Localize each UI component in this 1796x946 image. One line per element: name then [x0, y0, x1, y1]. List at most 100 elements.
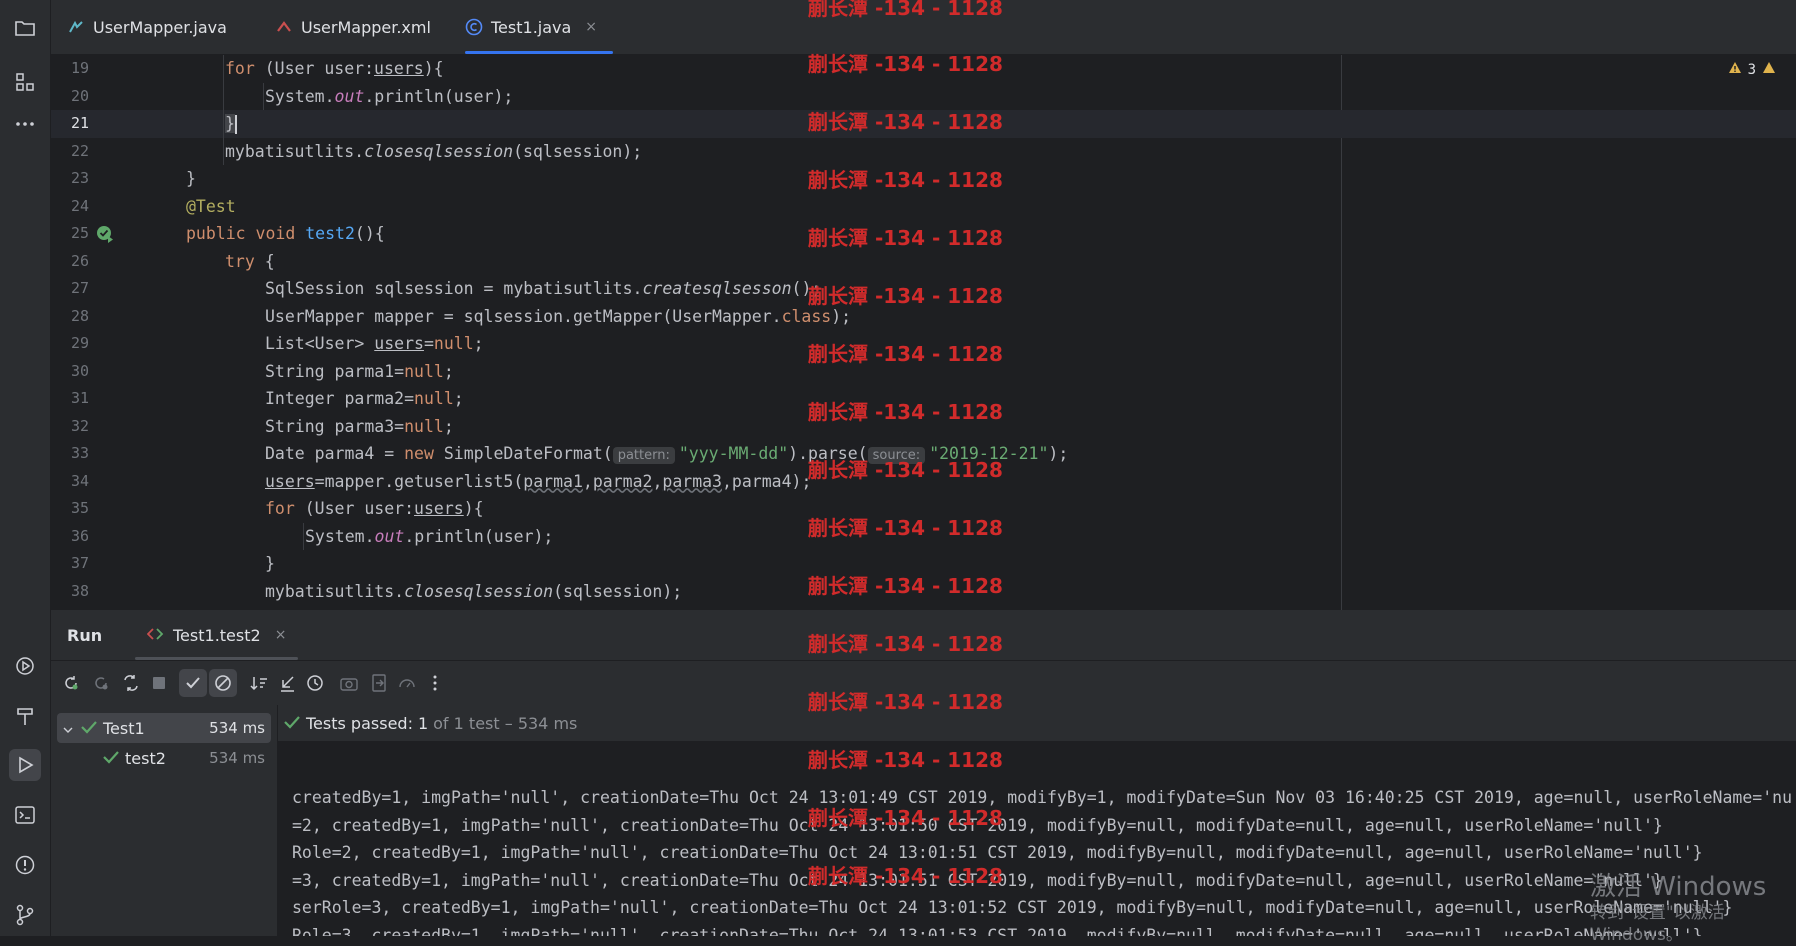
java-class-icon — [465, 18, 483, 36]
run-icon[interactable] — [9, 749, 41, 781]
code-line[interactable]: 22 mybatisutlits.closesqlsession(sqlsess… — [51, 137, 1796, 165]
code-token: users — [265, 471, 315, 491]
activation-subtitle: 转到"设置"以激活 Windows。 — [1590, 903, 1725, 945]
show-passed-icon[interactable] — [179, 669, 207, 697]
code-token: @Test — [186, 196, 236, 216]
collapse-all-icon[interactable] — [273, 669, 301, 697]
code-token: SqlSession sqlsession = mybatisutlits. — [265, 279, 643, 298]
activity-bar — [0, 0, 51, 936]
code-token: (User user: — [254, 59, 375, 78]
line-number: 24 — [70, 196, 89, 215]
tree-item-time: 534 ms — [209, 719, 265, 737]
console-output[interactable]: createdBy=1, imgPath='null', creationDat… — [278, 742, 1796, 936]
rerun-icon[interactable] — [57, 669, 85, 697]
rerun-failed-icon[interactable] — [87, 669, 115, 697]
code-token: ){ — [463, 499, 484, 518]
tab-label: UserMapper.java — [93, 17, 227, 37]
code-token: .println(user); — [404, 526, 554, 546]
test-status-bar: Tests passed: 1 of 1 test – 534 ms — [278, 705, 1796, 741]
tab-test1-java[interactable]: Test1.java × — [465, 0, 614, 54]
check-icon — [284, 714, 300, 733]
code-token: =mapper.getuserlist5( — [314, 471, 524, 491]
stop-icon[interactable] — [145, 669, 173, 697]
code-token: String parma1= — [265, 361, 405, 381]
code-token: closesqlsession — [404, 581, 554, 601]
code-token: System. — [265, 86, 335, 106]
status-summary: of 1 test – 534 ms — [433, 713, 578, 733]
code-token: .println(user); — [364, 86, 514, 106]
parameter-hint: pattern: — [612, 447, 675, 464]
toggle-auto-test-icon[interactable] — [117, 669, 145, 697]
code-token: ); — [831, 306, 852, 326]
more-options-icon[interactable] — [421, 669, 449, 697]
line-number: 35 — [70, 499, 89, 517]
git-branch-icon[interactable] — [9, 899, 41, 931]
code-token: (sqlsession); — [513, 141, 643, 161]
line-number: 21 — [70, 114, 89, 132]
code-token: String parma3= — [265, 416, 405, 436]
code-line[interactable]: 24 @Test — [51, 193, 1796, 221]
console-line: createdBy=1, imgPath='null', creationDat… — [292, 788, 1793, 807]
services-icon[interactable] — [9, 650, 41, 682]
code-token: (User user: — [294, 499, 415, 518]
screenshot-icon[interactable] — [335, 669, 363, 697]
run-config-label: Test1.test2 — [173, 625, 261, 645]
problems-icon[interactable] — [9, 849, 41, 881]
code-token: null — [404, 361, 444, 381]
line-number: 20 — [70, 86, 89, 105]
check-icon — [81, 719, 97, 738]
more-tools-icon[interactable] — [9, 108, 41, 140]
code-token: List<User> — [265, 334, 375, 353]
code-token: } — [186, 169, 196, 188]
sort-alphabetically-icon[interactable] — [245, 669, 273, 697]
code-token: = — [423, 334, 434, 353]
tab-usermapper-java[interactable]: UserMapper.java — [67, 0, 227, 54]
code-token: { — [254, 251, 275, 271]
code-token: mybatisutlits. — [225, 141, 365, 161]
coverage-gauge-icon[interactable] — [393, 669, 421, 697]
code-token: parma3 — [662, 471, 722, 491]
line-number: 31 — [70, 389, 89, 407]
close-run-tab-icon[interactable]: × — [275, 627, 287, 643]
code-token: } — [265, 554, 275, 573]
watermark-text: 蒯长潭 -134 - 1128 — [808, 864, 1003, 888]
terminal-icon[interactable] — [9, 799, 41, 831]
build-hammer-icon[interactable] — [9, 700, 41, 732]
test-passed-gutter-icon[interactable] — [96, 225, 114, 247]
code-token: ; — [453, 389, 464, 408]
code-token: parma1 — [523, 471, 583, 491]
line-number: 19 — [70, 59, 89, 77]
tab-label: UserMapper.xml — [301, 17, 431, 37]
code-line[interactable]: 26 try { — [51, 248, 1796, 276]
status-prefix: Tests passed: — [306, 713, 413, 733]
structure-icon[interactable] — [9, 66, 41, 98]
line-number: 29 — [70, 334, 89, 352]
code-token: ; — [443, 361, 454, 381]
run-panel-title[interactable]: Run — [67, 610, 102, 660]
code-token: "yyy-MM-dd" — [678, 444, 789, 463]
test-history-icon[interactable] — [301, 669, 329, 697]
tab-usermapper-xml[interactable]: UserMapper.xml — [275, 0, 431, 54]
watermark-text: 蒯长潭 -134 - 1128 — [808, 632, 1003, 656]
line-number: 36 — [70, 526, 89, 545]
console-line: Role=3, createdBy=1, imgPath='null', cre… — [292, 925, 1703, 937]
code-token: class — [781, 306, 832, 326]
show-ignored-icon[interactable] — [209, 669, 237, 697]
windows-activation-notice: 激活 Windows 转到"设置"以激活 Windows。 — [1590, 872, 1796, 946]
project-folder-icon[interactable] — [9, 12, 41, 44]
test-results-tree: Test1 534 ms test2 534 ms — [51, 705, 278, 936]
import-tests-icon[interactable] — [365, 669, 393, 697]
watermark-text: 蒯长潭 -134 - 1128 — [808, 168, 1003, 192]
tab-run-config[interactable]: Test1.test2 × — [135, 610, 299, 660]
tree-item-test1[interactable]: Test1 534 ms — [57, 713, 271, 743]
line-number: 28 — [70, 306, 89, 325]
code-token: try — [225, 251, 255, 271]
close-tab-icon[interactable]: × — [585, 19, 597, 35]
code-token: (){ — [354, 224, 385, 243]
watermark-text: 蒯长潭 -134 - 1128 — [808, 806, 1003, 830]
tree-item-test2[interactable]: test2 534 ms — [57, 743, 271, 773]
check-icon — [103, 749, 119, 768]
watermark-text: 蒯长潭 -134 - 1128 — [808, 52, 1003, 76]
